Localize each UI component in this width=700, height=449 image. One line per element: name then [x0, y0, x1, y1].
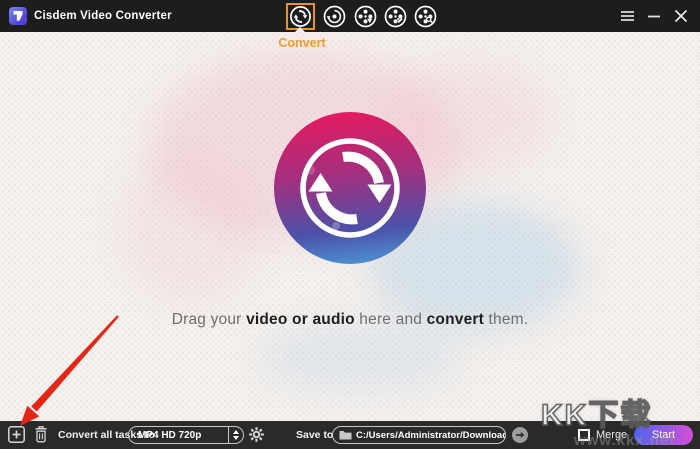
- save-path-field[interactable]: C:/Users/Administrator/Downloads/New fol…: [332, 426, 506, 444]
- close-button[interactable]: [671, 0, 691, 32]
- drop-hint-part: Drag your: [171, 311, 247, 328]
- toolbar-tab-download[interactable]: [354, 5, 377, 28]
- convert-tab-pointer: [295, 27, 305, 32]
- watercolor-splotch: [260, 322, 460, 392]
- window-title: Cisdem Video Converter: [34, 10, 172, 22]
- drop-hint-part: them.: [484, 311, 529, 328]
- toolbar-tab-rip[interactable]: [323, 5, 346, 28]
- convert-arrows-icon: [289, 5, 312, 28]
- chevron-up-icon: [233, 430, 239, 434]
- save-to-label: Save to: [296, 429, 334, 441]
- select-stepper-icon[interactable]: [228, 427, 243, 443]
- merge-label: Merge: [596, 429, 628, 441]
- close-icon: [675, 10, 687, 22]
- toolbar-tab-search[interactable]: [414, 5, 437, 28]
- save-path-value: C:/Users/Administrator/Downloads/New fol…: [356, 429, 505, 441]
- watercolor-splotch: [120, 152, 260, 302]
- film-reel-search-icon: [414, 5, 436, 27]
- output-format-value: MP4 HD 720p: [138, 429, 202, 441]
- arrow-right-icon: [516, 431, 525, 439]
- minimize-button[interactable]: [645, 0, 663, 32]
- output-format-select[interactable]: MP4 HD 720p: [128, 426, 244, 444]
- add-file-button[interactable]: [8, 426, 25, 443]
- chevron-down-icon: [233, 436, 239, 440]
- drop-zone[interactable]: Convert Drag your video or audio here an…: [0, 32, 700, 421]
- merge-checkbox[interactable]: [578, 429, 590, 441]
- plus-icon: [8, 426, 25, 443]
- toolbar-tab-convert[interactable]: [286, 3, 315, 30]
- hamburger-menu-icon: [620, 11, 634, 21]
- format-settings-button[interactable]: [248, 426, 265, 443]
- title-bar: Cisdem Video Converter: [0, 0, 700, 32]
- minimize-icon: [648, 15, 660, 17]
- trash-icon: [35, 426, 47, 443]
- gear-icon: [249, 427, 264, 442]
- convert-hero-icon: [270, 108, 430, 268]
- drop-hint-text: Drag your video or audio here and conver…: [0, 311, 700, 329]
- app-logo-icon: [9, 7, 27, 25]
- film-reel-edit-icon: [384, 5, 406, 27]
- folder-icon: [339, 430, 352, 440]
- start-button[interactable]: Start: [634, 425, 693, 445]
- film-reel-download-icon: [354, 5, 376, 27]
- drop-hint-bold: convert: [426, 311, 485, 328]
- toolbar-tab-edit[interactable]: [384, 5, 407, 28]
- bottom-toolbar: Convert all tasks to MP4 HD 720p Save to: [0, 421, 700, 449]
- menu-button[interactable]: [618, 0, 636, 32]
- open-folder-button[interactable]: [512, 427, 528, 443]
- drop-hint-bold: video or audio: [246, 311, 355, 328]
- drop-hint-part: here and: [354, 311, 427, 328]
- delete-file-button[interactable]: [33, 425, 49, 444]
- disc-rip-icon: [323, 5, 346, 27]
- active-tab-label: Convert: [278, 36, 326, 50]
